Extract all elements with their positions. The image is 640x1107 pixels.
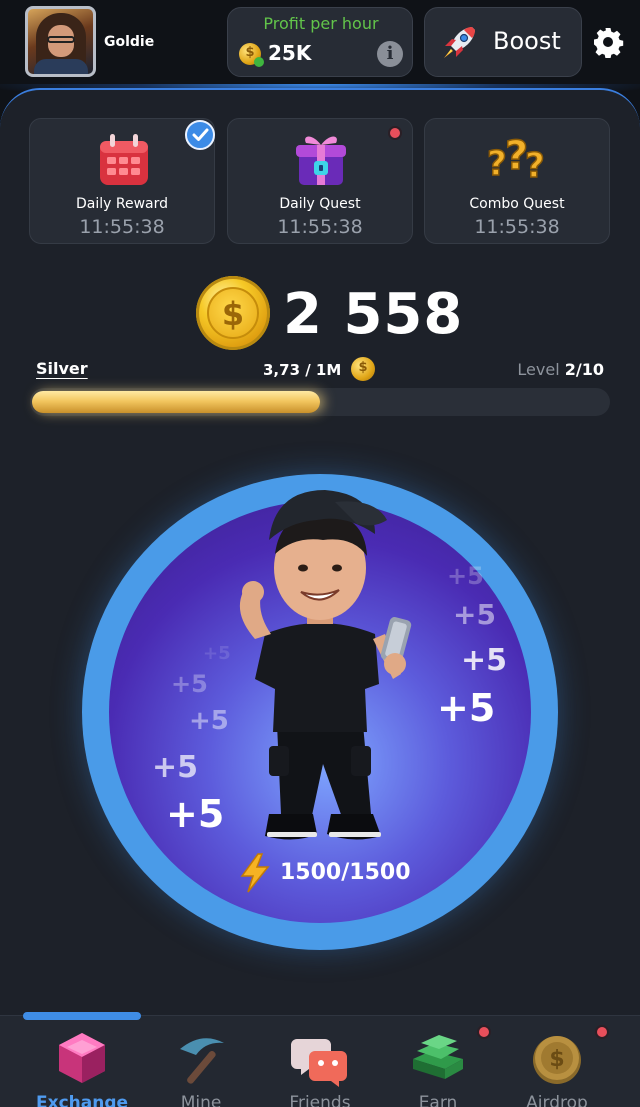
nav-label: Friends bbox=[289, 1093, 351, 1107]
league-progress-text: 3,73 / 1M bbox=[263, 361, 342, 379]
quest-timer: 11:55:38 bbox=[79, 216, 165, 238]
character-image[interactable] bbox=[225, 484, 415, 864]
quest-title: Daily Reward bbox=[75, 196, 168, 212]
level-value: 2/10 bbox=[564, 360, 604, 379]
balance-value: 2 558 bbox=[283, 282, 464, 347]
floating-plus-text: +5 bbox=[166, 792, 225, 836]
combo-quest-card[interactable]: ? ? ? Combo Quest 11:55:38 bbox=[424, 118, 610, 244]
earn-coins-icon bbox=[413, 1035, 463, 1079]
level-label: Level bbox=[517, 360, 560, 379]
username: Goldie bbox=[104, 34, 155, 50]
svg-text:?: ? bbox=[487, 144, 507, 184]
nav-label: Exchange bbox=[35, 1093, 129, 1107]
profit-per-hour-panel[interactable]: Profit per hour 25K i bbox=[227, 7, 413, 77]
floating-plus-text: +5 bbox=[189, 706, 229, 736]
friends-icon bbox=[291, 1039, 347, 1087]
level-progress-fill bbox=[32, 391, 320, 413]
nav-item-friends[interactable]: Friends bbox=[261, 1015, 379, 1107]
lightning-icon bbox=[240, 853, 270, 893]
coin-icon bbox=[351, 357, 375, 381]
quest-timer: 11:55:38 bbox=[277, 216, 363, 238]
pickaxe-icon bbox=[180, 1038, 224, 1084]
avatar[interactable] bbox=[25, 6, 96, 77]
league-link[interactable]: Silver bbox=[36, 359, 88, 378]
floating-plus-text: +5 bbox=[437, 686, 496, 730]
svg-text:?: ? bbox=[525, 146, 545, 186]
nav-item-mine[interactable]: Mine bbox=[142, 1015, 260, 1107]
level-indicator: Level 2/10 bbox=[517, 360, 604, 379]
profit-per-hour-label: Profit per hour bbox=[263, 14, 379, 33]
calendar-icon bbox=[100, 134, 148, 185]
quest-title: Daily Quest bbox=[279, 196, 361, 212]
nav-label: Mine bbox=[180, 1093, 222, 1107]
info-icon[interactable]: i bbox=[377, 41, 403, 67]
airdrop-coin-icon: $ bbox=[533, 1036, 581, 1084]
notification-dot bbox=[477, 1025, 491, 1039]
energy-counter: 1500/1500 bbox=[280, 860, 411, 885]
floating-plus-text: +5 bbox=[453, 598, 496, 631]
top-bar: Goldie Profit per hour 25K i Boost bbox=[0, 0, 640, 90]
daily-quest-card[interactable]: Daily Quest 11:55:38 bbox=[227, 118, 413, 244]
svg-text:$: $ bbox=[549, 1047, 564, 1072]
gift-icon bbox=[296, 136, 346, 185]
nav-label: Earn bbox=[418, 1093, 458, 1107]
floating-plus-text: +5 bbox=[461, 643, 508, 678]
floating-plus-text: +5 bbox=[152, 750, 199, 785]
profit-per-hour-value: 25K bbox=[268, 41, 312, 65]
coin-icon bbox=[196, 276, 270, 350]
rocket-icon bbox=[444, 27, 475, 58]
floating-plus-text: +5 bbox=[171, 670, 208, 698]
gear-icon[interactable] bbox=[592, 26, 624, 58]
exchange-cube-icon bbox=[59, 1033, 105, 1083]
nav-label: Airdrop bbox=[526, 1093, 588, 1107]
quest-title: Combo Quest bbox=[469, 196, 565, 212]
quest-timer: 11:55:38 bbox=[474, 216, 560, 238]
nav-item-exchange[interactable]: Exchange bbox=[23, 1015, 141, 1107]
notification-dot bbox=[388, 126, 402, 140]
coin-icon bbox=[239, 43, 264, 67]
boost-button[interactable]: Boost bbox=[424, 7, 582, 77]
boost-label: Boost bbox=[493, 27, 561, 55]
floating-plus-text: +5 bbox=[447, 562, 484, 590]
question-marks-icon: ? ? ? bbox=[486, 132, 545, 187]
level-progress-bar bbox=[30, 388, 610, 416]
notification-dot bbox=[595, 1025, 609, 1039]
checkmark-icon bbox=[185, 120, 215, 150]
